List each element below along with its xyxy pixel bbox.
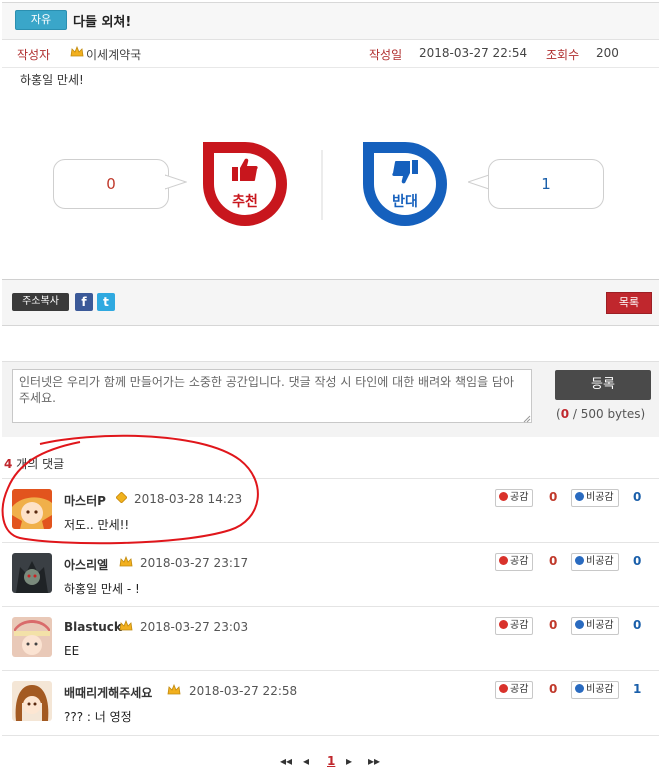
level-crown-icon: [167, 683, 181, 699]
like-count: 0: [549, 618, 558, 632]
page-1[interactable]: 1: [327, 754, 335, 768]
bubble-pointer-icon: [165, 174, 187, 190]
like-button[interactable]: 공감: [495, 617, 534, 635]
comment-date: 2018-03-27 23:03: [140, 620, 249, 634]
dislike-icon: [575, 620, 584, 629]
post-body: 하홍일 만세!: [20, 73, 84, 87]
dislike-label: 비공감: [586, 492, 614, 503]
prev-page-button[interactable]: ◂: [303, 754, 309, 768]
like-button[interactable]: 공감: [495, 489, 534, 507]
like-label: 공감: [510, 556, 529, 567]
list-button[interactable]: 목록: [606, 292, 652, 314]
dislike-label: 비공감: [586, 620, 614, 631]
like-icon: [499, 684, 508, 693]
dislike-icon: [575, 556, 584, 565]
like-icon: [499, 492, 508, 501]
oppose-button[interactable]: 반대: [358, 137, 452, 231]
recommend-label: 추천: [232, 194, 258, 210]
comment-row: 배때리게해주세요 2018-03-27 22:58 ??? : 너 영정 공감 …: [2, 670, 659, 736]
comment-text: ??? : 너 영정: [64, 710, 132, 724]
dislike-label: 비공감: [586, 684, 614, 695]
resize-handle-icon[interactable]: [523, 415, 531, 423]
like-count: 0: [549, 682, 558, 696]
like-label: 공감: [510, 620, 529, 631]
date-label: 작성일: [369, 48, 403, 62]
views-count: 200: [596, 46, 619, 60]
avatar[interactable]: [12, 617, 52, 657]
like-label: 공감: [510, 684, 529, 695]
dislike-button[interactable]: 비공감: [571, 681, 619, 699]
dislike-button[interactable]: 비공감: [571, 617, 619, 635]
category-badge[interactable]: 자유: [15, 10, 67, 30]
dislike-count: 0: [633, 490, 642, 504]
comment-author[interactable]: 아스리엘: [64, 556, 108, 573]
level-crown-icon: [119, 555, 133, 571]
author-label: 작성자: [17, 48, 51, 62]
bubble-pointer-icon: [468, 174, 490, 190]
comment-text: 하홍일 만세 - !: [64, 582, 140, 596]
byte-counter: (0 / 500 bytes): [556, 407, 645, 421]
like-button[interactable]: 공감: [495, 681, 534, 699]
recommend-count-bubble: 0: [53, 159, 169, 209]
dislike-label: 비공감: [586, 556, 614, 567]
comment-date: 2018-03-27 23:17: [140, 556, 249, 570]
dislike-icon: [575, 492, 584, 501]
vote-divider: [321, 150, 323, 220]
like-icon: [499, 620, 508, 629]
byte-current: 0: [560, 407, 570, 421]
dislike-button[interactable]: 비공감: [571, 489, 619, 507]
avatar[interactable]: [12, 681, 52, 721]
annotation-circle: [1, 434, 259, 545]
oppose-count: 1: [541, 175, 551, 193]
dislike-count: 1: [633, 682, 642, 696]
oppose-label: 반대: [392, 194, 418, 210]
like-icon: [499, 556, 508, 565]
recommend-count: 0: [106, 175, 116, 193]
comment-date: 2018-03-27 22:58: [189, 684, 298, 698]
comment-row: 아스리엘 2018-03-27 23:17 하홍일 만세 - ! 공감 0 비공…: [2, 542, 659, 607]
last-page-button[interactable]: ▸▸: [368, 754, 380, 768]
like-button[interactable]: 공감: [495, 553, 534, 571]
comment-textarea[interactable]: 인터넷은 우리가 함께 만들어가는 소중한 공간입니다. 댓글 작성 시 타인에…: [12, 369, 532, 423]
recommend-button[interactable]: 추천: [198, 137, 292, 231]
first-page-button[interactable]: ◂◂: [280, 754, 292, 768]
dislike-count: 0: [633, 618, 642, 632]
level-crown-icon: [119, 619, 133, 635]
post-date: 2018-03-27 22:54: [419, 46, 528, 60]
like-count: 0: [549, 554, 558, 568]
submit-comment-button[interactable]: 등록: [555, 370, 651, 400]
dislike-icon: [575, 684, 584, 693]
comment-row: Blastuck 2018-03-27 23:03 EE 공감 0 비공감 0: [2, 606, 659, 671]
comment-placeholder: 인터넷은 우리가 함께 만들어가는 소중한 공간입니다. 댓글 작성 시 타인에…: [19, 375, 515, 405]
comment-author[interactable]: Blastuck: [64, 620, 122, 634]
oppose-count-bubble: 1: [488, 159, 604, 209]
avatar[interactable]: [12, 553, 52, 593]
facebook-icon[interactable]: f: [75, 293, 93, 311]
level-crown-icon: [70, 45, 84, 61]
like-count: 0: [549, 490, 558, 504]
comment-author[interactable]: 배때리게해주세요: [64, 684, 152, 701]
byte-rest: / 500 bytes): [569, 407, 646, 421]
views-label: 조회수: [546, 48, 580, 62]
twitter-icon[interactable]: t: [97, 293, 115, 311]
author-name[interactable]: 이세계약국: [86, 46, 141, 63]
dislike-button[interactable]: 비공감: [571, 553, 619, 571]
next-page-button[interactable]: ▸: [346, 754, 352, 768]
post-title: 다들 외쳐!: [73, 15, 132, 30]
recommend-badge-shape: [203, 142, 287, 226]
thumbs-up-icon: [232, 158, 258, 181]
dislike-count: 0: [633, 554, 642, 568]
thumbs-down-icon: [392, 160, 418, 184]
copy-url-button[interactable]: 주소복사: [12, 293, 69, 311]
like-label: 공감: [510, 492, 529, 503]
comment-text: EE: [64, 644, 80, 658]
